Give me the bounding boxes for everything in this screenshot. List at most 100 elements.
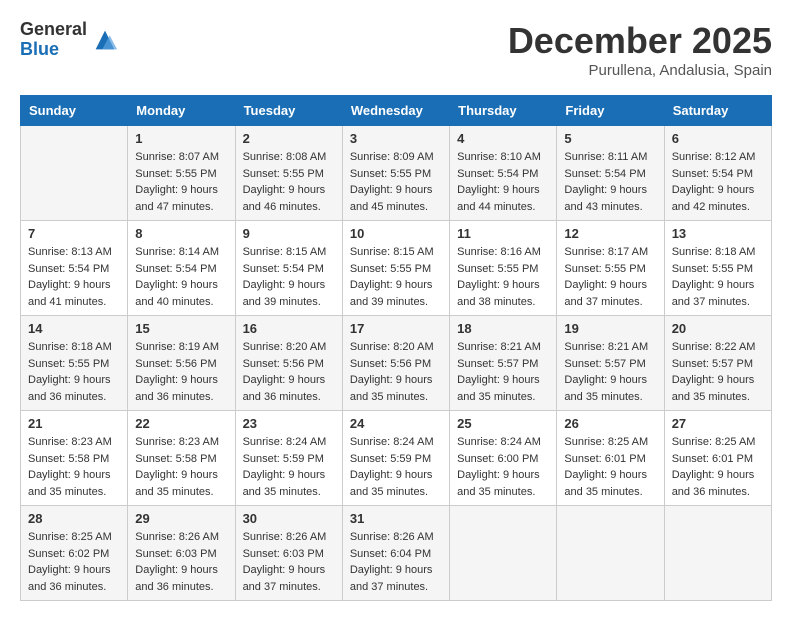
sunrise: Sunrise: 8:15 AM — [350, 246, 434, 258]
calendar-cell: 18Sunrise: 8:21 AMSunset: 5:57 PMDayligh… — [450, 316, 557, 411]
sunset: Sunset: 5:55 PM — [135, 168, 216, 180]
weekday-header: Sunday — [21, 96, 128, 126]
sunrise: Sunrise: 8:16 AM — [457, 246, 541, 258]
day-number: 21 — [28, 416, 120, 431]
calendar-cell: 9Sunrise: 8:15 AMSunset: 5:54 PMDaylight… — [235, 221, 342, 316]
daylight: Daylight: 9 hours and 39 minutes. — [350, 279, 433, 308]
daylight: Daylight: 9 hours and 37 minutes. — [350, 564, 433, 593]
day-number: 14 — [28, 321, 120, 336]
calendar-cell: 23Sunrise: 8:24 AMSunset: 5:59 PMDayligh… — [235, 411, 342, 506]
sunrise: Sunrise: 8:21 AM — [457, 341, 541, 353]
daylight: Daylight: 9 hours and 47 minutes. — [135, 184, 218, 213]
daylight: Daylight: 9 hours and 35 minutes. — [135, 469, 218, 498]
calendar-cell: 2Sunrise: 8:08 AMSunset: 5:55 PMDaylight… — [235, 126, 342, 221]
sunrise: Sunrise: 8:11 AM — [564, 151, 647, 163]
calendar-cell: 21Sunrise: 8:23 AMSunset: 5:58 PMDayligh… — [21, 411, 128, 506]
logo-general: General — [20, 20, 87, 40]
daylight: Daylight: 9 hours and 39 minutes. — [243, 279, 326, 308]
calendar-week-row: 1 Sunrise: 8:07 AMSunset: 5:55 PMDaylight… — [21, 126, 772, 221]
weekday-header: Thursday — [450, 96, 557, 126]
day-number: 20 — [672, 321, 764, 336]
weekday-header: Friday — [557, 96, 664, 126]
calendar-cell: 24Sunrise: 8:24 AMSunset: 5:59 PMDayligh… — [342, 411, 449, 506]
daylight: Daylight: 9 hours and 35 minutes. — [564, 374, 647, 403]
calendar-cell: 22Sunrise: 8:23 AMSunset: 5:58 PMDayligh… — [128, 411, 235, 506]
cell-content: Sunrise: 8:21 AMSunset: 5:57 PMDaylight:… — [564, 339, 656, 405]
calendar-cell: 29Sunrise: 8:26 AMSunset: 6:03 PMDayligh… — [128, 506, 235, 601]
cell-content: Sunrise: 8:24 AM Sunset: 6:00 PM Daylight:… — [457, 434, 549, 500]
cell-content: Sunrise: 8:12 AMSunset: 5:54 PMDaylight:… — [672, 149, 764, 215]
daylight: Daylight: 9 hours and 35 minutes. — [28, 469, 111, 498]
sunrise: Sunrise: 8:18 AM — [672, 246, 756, 258]
day-number: 31 — [350, 511, 442, 526]
day-number: 3 — [350, 131, 442, 146]
daylight: Daylight: 9 hours and 40 minutes. — [135, 279, 218, 308]
calendar-cell: 28Sunrise: 8:25 AMSunset: 6:02 PMDayligh… — [21, 506, 128, 601]
cell-content: Sunrise: 8:15 AMSunset: 5:55 PMDaylight:… — [350, 244, 442, 310]
daylight: Daylight: 9 hours and 35 minutes. — [672, 374, 755, 403]
cell-content: Sunrise: 8:21 AMSunset: 5:57 PMDaylight:… — [457, 339, 549, 405]
day-number: 11 — [457, 226, 549, 241]
calendar-cell: 7Sunrise: 8:13 AMSunset: 5:54 PMDaylight… — [21, 221, 128, 316]
cell-content: Sunrise: 8:22 AM Sunset: 5:57 PM Daylight:… — [672, 339, 764, 405]
sunset: Sunset: 5:54 PM — [243, 263, 324, 275]
sunset: Sunset: 5:56 PM — [350, 358, 431, 370]
cell-content: Sunrise: 8:24 AMSunset: 5:59 PMDaylight:… — [243, 434, 335, 500]
daylight: Daylight: 9 hours and 44 minutes. — [457, 184, 540, 213]
daylight: Daylight: 9 hours and 37 minutes. — [672, 279, 755, 308]
day-number: 16 — [243, 321, 335, 336]
calendar-cell: 5Sunrise: 8:11 AMSunset: 5:54 PMDaylight… — [557, 126, 664, 221]
logo-icon — [91, 26, 119, 54]
sunrise: Sunrise: 8:24 AM — [457, 436, 541, 448]
daylight: Daylight: 9 hours and 35 minutes. — [564, 469, 647, 498]
daylight: Daylight: 9 hours and 35 minutes. — [243, 469, 326, 498]
day-number: 27 — [672, 416, 764, 431]
cell-content: Sunrise: 8:09 AMSunset: 5:55 PMDaylight:… — [350, 149, 442, 215]
sunset: Sunset: 5:54 PM — [457, 168, 538, 180]
cell-content: Sunrise: 8:16 AMSunset: 5:55 PMDaylight:… — [457, 244, 549, 310]
sunrise: Sunrise: 8:25 AM — [672, 436, 756, 448]
page-header: General Blue December 2025 Purullena, An… — [20, 20, 772, 79]
daylight: Daylight: 9 hours and 37 minutes. — [243, 564, 326, 593]
sunset: Sunset: 5:57 PM — [457, 358, 538, 370]
sunrise: Sunrise: 8:13 AM — [28, 246, 112, 258]
sunset: Sunset: 6:00 PM — [457, 453, 538, 465]
calendar-cell: 20 Sunrise: 8:22 AM Sunset: 5:57 PM Dayligh… — [664, 316, 771, 411]
day-number: 2 — [243, 131, 335, 146]
day-number: 1 — [135, 131, 227, 146]
calendar-cell: 31Sunrise: 8:26 AMSunset: 6:04 PMDayligh… — [342, 506, 449, 601]
calendar-week-row: 28Sunrise: 8:25 AMSunset: 6:02 PMDayligh… — [21, 506, 772, 601]
day-number: 30 — [243, 511, 335, 526]
sunset: Sunset: 5:55 PM — [243, 168, 324, 180]
cell-content: Sunrise: 8:10 AMSunset: 5:54 PMDaylight:… — [457, 149, 549, 215]
title-section: December 2025 Purullena, Andalusia, Spai… — [508, 20, 772, 79]
sunset: Sunset: 5:54 PM — [28, 263, 109, 275]
sunrise: Sunrise: 8:22 AM — [672, 341, 756, 353]
cell-content: Sunrise: 8:26 AMSunset: 6:03 PMDaylight:… — [243, 529, 335, 595]
day-number: 18 — [457, 321, 549, 336]
sunrise: Sunrise: 8:23 AM — [28, 436, 112, 448]
calendar-cell: 6 Sunrise: 8:12 AMSunset: 5:54 PMDaylight… — [664, 126, 771, 221]
day-number: 24 — [350, 416, 442, 431]
sunset: Sunset: 6:01 PM — [564, 453, 645, 465]
calendar-cell: 13Sunrise: 8:18 AMSunset: 5:55 PMDayligh… — [664, 221, 771, 316]
daylight: Daylight: 9 hours and 36 minutes. — [135, 374, 218, 403]
cell-content: Sunrise: 8:20 AMSunset: 5:56 PMDaylight:… — [350, 339, 442, 405]
calendar-cell: 25Sunrise: 8:24 AMSunset: 6:00 PMDayligh… — [450, 411, 557, 506]
calendar-week-row: 7Sunrise: 8:13 AMSunset: 5:54 PMDaylight… — [21, 221, 772, 316]
sunset: Sunset: 5:57 PM — [672, 358, 753, 370]
calendar-cell — [557, 506, 664, 601]
sunrise: Sunrise: 8:20 AM — [243, 341, 327, 353]
sunset: Sunset: 5:56 PM — [243, 358, 324, 370]
daylight: Daylight: 9 hours and 35 minutes. — [457, 469, 540, 498]
calendar-week-row: 21Sunrise: 8:23 AMSunset: 5:58 PMDayligh… — [21, 411, 772, 506]
sunrise: Sunrise: 8:25 AM — [564, 436, 648, 448]
daylight: Daylight: 9 hours and 36 minutes. — [28, 374, 111, 403]
weekday-header: Monday — [128, 96, 235, 126]
calendar-cell: 14Sunrise: 8:18 AMSunset: 5:55 PMDayligh… — [21, 316, 128, 411]
sunset: Sunset: 5:54 PM — [564, 168, 645, 180]
cell-content: Sunrise: 8:07 AMSunset: 5:55 PMDaylight:… — [135, 149, 227, 215]
daylight: Daylight: 9 hours and 37 minutes. — [564, 279, 647, 308]
sunset: Sunset: 5:55 PM — [457, 263, 538, 275]
day-number: 6 — [672, 131, 764, 146]
